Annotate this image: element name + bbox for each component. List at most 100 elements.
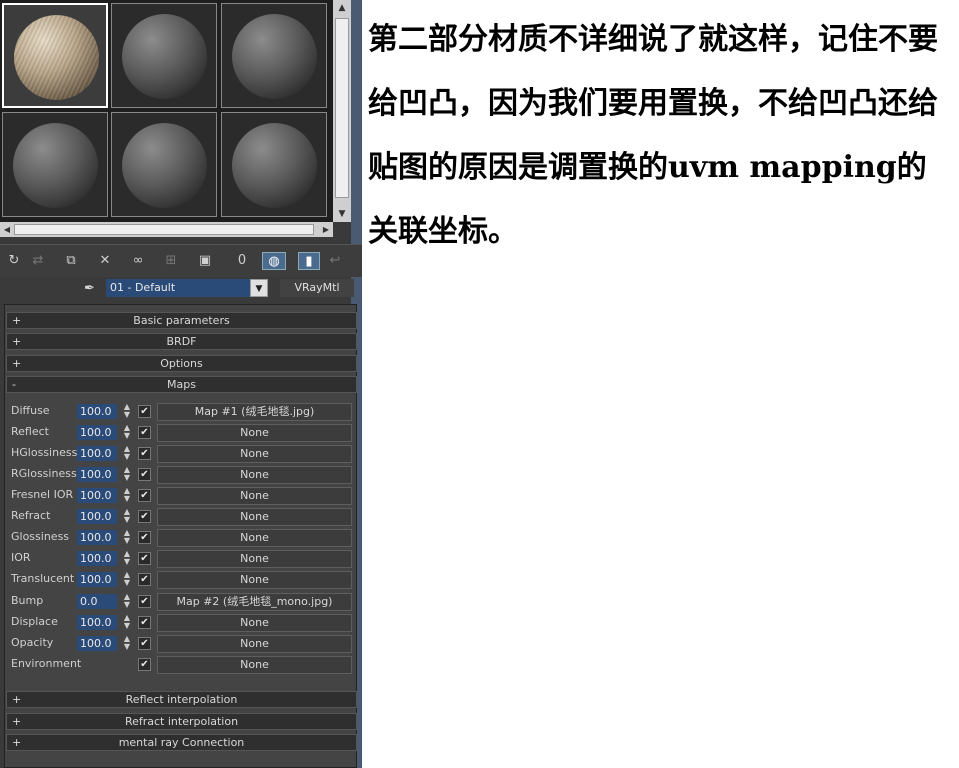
map-enable-checkbox[interactable]: ✔: [138, 468, 151, 481]
material-type-button[interactable]: VRayMtl: [280, 279, 354, 297]
map-slot-button[interactable]: Map #1 (绒毛地毯.jpg): [157, 403, 352, 421]
map-enable-checkbox[interactable]: ✔: [138, 658, 151, 671]
map-slot-button[interactable]: None: [157, 445, 352, 463]
rollout-mental-ray-connection[interactable]: + mental ray Connection: [6, 734, 357, 751]
map-row-diffuse: Diffuse 100.0 ▲ ▼ ✔ Map #1 (绒毛地毯.jpg): [0, 402, 362, 423]
sample-slot-4[interactable]: [2, 112, 108, 217]
map-slot-button[interactable]: None: [157, 487, 352, 505]
map-slot-button[interactable]: None: [157, 529, 352, 547]
assign-material-icon[interactable]: ⧉: [60, 252, 82, 270]
reset-icon[interactable]: ✕: [95, 252, 115, 270]
spinner-icon[interactable]: ▲ ▼: [121, 571, 133, 588]
map-slot-button[interactable]: None: [157, 656, 352, 674]
rollout-reflect-interpolation[interactable]: + Reflect interpolation: [6, 691, 357, 708]
rollout-basic-parameters[interactable]: + Basic parameters: [6, 312, 357, 329]
map-slot-button[interactable]: None: [157, 614, 352, 632]
map-slot-button[interactable]: None: [157, 571, 352, 589]
sample-slots: [0, 0, 333, 222]
material-name-field[interactable]: 01 - Default: [106, 279, 250, 297]
map-amount-field[interactable]: 100.0: [77, 530, 117, 545]
material-name-row: ✒ 01 - Default ▼ VRayMtl: [0, 278, 362, 300]
map-enable-checkbox[interactable]: ✔: [138, 616, 151, 629]
spinner-icon[interactable]: ▲ ▼: [121, 593, 133, 610]
scroll-up-icon[interactable]: ▲: [333, 0, 351, 16]
map-enable-checkbox[interactable]: ✔: [138, 447, 151, 460]
show-map-icon[interactable]: 0: [232, 252, 252, 270]
sample-slot-5[interactable]: [111, 112, 217, 217]
map-slot-button[interactable]: Map #2 (绒毛地毯_mono.jpg): [157, 593, 352, 611]
material-id-icon[interactable]: ▣: [194, 252, 216, 270]
spinner-icon[interactable]: ▲ ▼: [121, 614, 133, 631]
map-label: Reflect: [11, 425, 49, 438]
map-enable-checkbox[interactable]: ✔: [138, 426, 151, 439]
map-amount-field[interactable]: 0.0: [77, 594, 117, 609]
map-enable-checkbox[interactable]: ✔: [138, 489, 151, 502]
map-enable-checkbox[interactable]: ✔: [138, 595, 151, 608]
scroll-down-icon[interactable]: ▼: [333, 206, 351, 222]
map-enable-checkbox[interactable]: ✔: [138, 552, 151, 565]
get-material-icon[interactable]: ↻: [4, 252, 24, 270]
scroll-thumb[interactable]: [14, 224, 314, 235]
background-icon[interactable]: ▮: [298, 252, 320, 270]
rollout-brdf[interactable]: + BRDF: [6, 333, 357, 350]
chevron-down-icon[interactable]: ▼: [250, 279, 268, 297]
map-row-fresnel-ior: Fresnel IOR 100.0 ▲ ▼ ✔ None: [0, 486, 362, 507]
sample-slot-1[interactable]: [2, 3, 108, 108]
spinner-icon[interactable]: ▲ ▼: [121, 403, 133, 420]
spinner-icon[interactable]: ▲ ▼: [121, 466, 133, 483]
put-to-library-icon[interactable]: ⊞: [160, 252, 182, 270]
map-enable-checkbox[interactable]: ✔: [138, 637, 151, 650]
map-amount-field[interactable]: 100.0: [77, 404, 117, 419]
rollout-maps[interactable]: - Maps: [6, 376, 357, 393]
scroll-right-icon[interactable]: ▶: [319, 222, 333, 237]
rollout-refract-interpolation[interactable]: + Refract interpolation: [6, 713, 357, 730]
map-amount-field[interactable]: 100.0: [77, 446, 117, 461]
spinner-icon[interactable]: ▲ ▼: [121, 487, 133, 504]
map-enable-checkbox[interactable]: ✔: [138, 573, 151, 586]
sphere-preview: [232, 14, 317, 99]
put-material-icon[interactable]: ⇄: [28, 252, 48, 270]
map-label: Glossiness: [11, 530, 70, 543]
sample-slot-2[interactable]: [111, 3, 217, 108]
sample-type-icon[interactable]: ↩: [324, 252, 346, 270]
eyedropper-icon[interactable]: ✒: [84, 281, 95, 296]
material-editor-panel: ▲ ▼ ◀ ▶ ↻ ⇄ ⧉ ✕ ∞ ⊞ ▣ 0 ◍ ▮ ↩ ✒ 01 - Def…: [0, 0, 362, 768]
scroll-thumb[interactable]: [335, 18, 349, 198]
map-amount-field[interactable]: 100.0: [77, 615, 117, 630]
map-amount-field[interactable]: 100.0: [77, 467, 117, 482]
spinner-icon[interactable]: ▲ ▼: [121, 550, 133, 567]
map-enable-checkbox[interactable]: ✔: [138, 405, 151, 418]
map-slot-button[interactable]: None: [157, 635, 352, 653]
material-toolbar: ↻ ⇄ ⧉ ✕ ∞ ⊞ ▣ 0 ◍ ▮ ↩: [0, 244, 362, 277]
map-amount-field[interactable]: 100.0: [77, 551, 117, 566]
map-row-hglossiness: HGlossiness 100.0 ▲ ▼ ✔ None: [0, 444, 362, 465]
spinner-icon[interactable]: ▲ ▼: [121, 529, 133, 546]
rollout-options[interactable]: + Options: [6, 355, 357, 372]
spinner-icon[interactable]: ▲ ▼: [121, 508, 133, 525]
map-enable-checkbox[interactable]: ✔: [138, 531, 151, 544]
map-slot-button[interactable]: None: [157, 550, 352, 568]
map-row-opacity: Opacity 100.0 ▲ ▼ ✔ None: [0, 634, 362, 655]
spinner-icon[interactable]: ▲ ▼: [121, 424, 133, 441]
sphere-preview: [122, 14, 207, 99]
map-amount-field[interactable]: 100.0: [77, 509, 117, 524]
make-unique-icon[interactable]: ∞: [128, 252, 148, 270]
map-row-reflect: Reflect 100.0 ▲ ▼ ✔ None: [0, 423, 362, 444]
map-amount-field[interactable]: 100.0: [77, 636, 117, 651]
sample-slot-6[interactable]: [221, 112, 327, 217]
map-label: Environment: [11, 657, 82, 670]
sample-slot-3[interactable]: [221, 3, 327, 108]
map-slot-button[interactable]: None: [157, 424, 352, 442]
slots-vertical-scrollbar[interactable]: ▲ ▼: [333, 0, 351, 222]
map-enable-checkbox[interactable]: ✔: [138, 510, 151, 523]
map-slot-button[interactable]: None: [157, 508, 352, 526]
map-amount-field[interactable]: 100.0: [77, 425, 117, 440]
scroll-left-icon[interactable]: ◀: [0, 222, 14, 237]
map-slot-button[interactable]: None: [157, 466, 352, 484]
spinner-icon[interactable]: ▲ ▼: [121, 445, 133, 462]
slots-horizontal-scrollbar[interactable]: ◀ ▶: [0, 222, 333, 237]
show-in-viewport-icon[interactable]: ◍: [262, 252, 286, 270]
spinner-icon[interactable]: ▲ ▼: [121, 635, 133, 652]
map-amount-field[interactable]: 100.0: [77, 488, 117, 503]
map-amount-field[interactable]: 100.0: [77, 572, 117, 587]
